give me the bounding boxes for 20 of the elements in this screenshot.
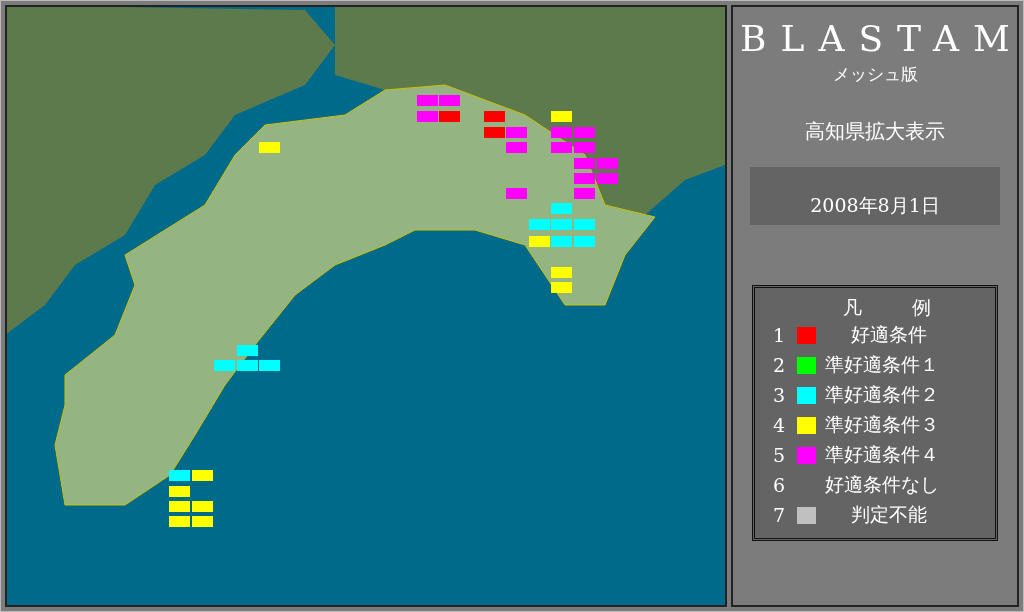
legend-label: 準好適条件４ (825, 442, 939, 467)
legend-label: 準好適条件２ (825, 382, 939, 407)
legend-label: 準好適条件１ (825, 352, 939, 377)
legend-number: 2 (773, 354, 787, 376)
legend-title: 例 (912, 295, 931, 320)
region-label: 高知県拡大表示 (805, 118, 945, 145)
legend-label: 好適条件 (850, 322, 927, 347)
legend-number: 7 (773, 504, 787, 526)
legend-label: 判定不能 (850, 502, 927, 527)
legend-label: 好適条件なし (825, 472, 939, 497)
app-subtitle: メッシュ版 (832, 63, 918, 86)
legend-number: 3 (773, 384, 787, 406)
app-title: BLASTAM (740, 19, 1024, 59)
date-display: 2008年8月1日 (750, 167, 1000, 225)
legend-title: 凡 (843, 295, 862, 320)
legend-number: 4 (773, 414, 787, 436)
legend-number: 1 (773, 324, 787, 346)
legend-label: 準好適条件３ (825, 412, 939, 437)
legend-number: 6 (773, 474, 787, 496)
legend-number: 5 (773, 444, 787, 466)
